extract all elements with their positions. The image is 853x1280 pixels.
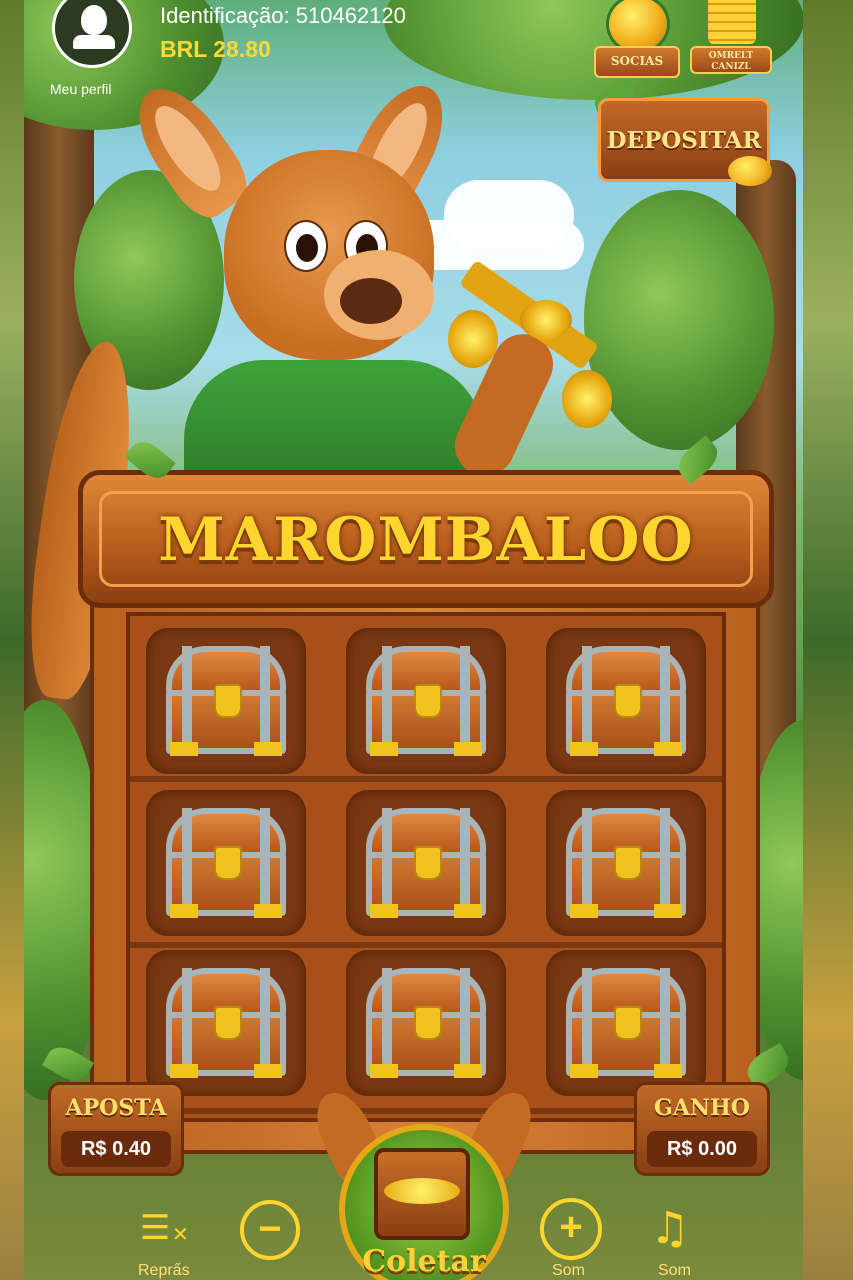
win-panel: GANHO R$ 0.00 xyxy=(634,1082,770,1176)
chest-slot[interactable] xyxy=(346,950,506,1096)
dumbbell-plate xyxy=(448,310,498,368)
chest-slot[interactable] xyxy=(146,950,306,1096)
gold-coins-icon xyxy=(384,1178,460,1204)
chest-slot[interactable] xyxy=(346,628,506,774)
bet-value: R$ 0.40 xyxy=(61,1131,171,1167)
collect-label[interactable]: Coletar xyxy=(342,1244,506,1279)
kangaroo-eye xyxy=(284,220,328,272)
minus-circle-icon[interactable]: − xyxy=(240,1200,300,1260)
user-silhouette-shoulders xyxy=(73,35,115,49)
chest-slot[interactable] xyxy=(146,628,306,774)
dumbbell-plate xyxy=(520,300,572,340)
bet-label: APOSTA xyxy=(65,1095,167,1121)
tree-foliage xyxy=(584,190,774,450)
treasure-chest-icon xyxy=(566,646,686,756)
rules-label[interactable]: Repra̋s xyxy=(138,1262,190,1280)
game-stage: Meu perfil Identificação: 510462120 BRL … xyxy=(24,0,803,1280)
dumbbell-plate xyxy=(562,370,612,428)
plus-circle-icon[interactable]: + xyxy=(540,1198,602,1260)
balance: BRL 28.80 xyxy=(160,36,271,62)
title-plank: MAROMBALOO xyxy=(78,470,774,608)
sound-label[interactable]: Som xyxy=(658,1262,691,1280)
coins-icon xyxy=(728,156,772,186)
left-blur-background xyxy=(0,0,24,1280)
profile-label[interactable]: Meu perfil xyxy=(50,81,111,97)
socials-badge[interactable]: SOCIAS xyxy=(594,0,680,78)
rules-close-icon: ✕ xyxy=(172,1222,189,1246)
plus-label[interactable]: Som xyxy=(552,1262,585,1280)
socials-label: SOCIAS xyxy=(594,46,680,78)
user-silhouette-icon xyxy=(81,5,107,35)
prize-badge[interactable]: OMRELT CANIZL xyxy=(690,0,772,78)
treasure-chest-icon xyxy=(166,808,286,918)
treasure-chest-icon xyxy=(366,808,486,918)
treasure-chest-icon xyxy=(566,808,686,918)
chest-slot[interactable] xyxy=(546,790,706,936)
kangaroo-nose xyxy=(340,278,402,324)
treasure-chest-icon xyxy=(366,646,486,756)
right-blur-background xyxy=(803,0,853,1280)
chest-slot[interactable] xyxy=(546,628,706,774)
win-value: R$ 0.00 xyxy=(647,1131,757,1167)
prize-label: OMRELT CANIZL xyxy=(690,46,772,74)
treasure-chest-icon xyxy=(166,968,286,1078)
chest-slot[interactable] xyxy=(146,790,306,936)
rules-list-icon[interactable]: ☰ xyxy=(140,1208,170,1248)
player-id: Identificação: 510462120 xyxy=(160,3,406,28)
treasure-chest-icon xyxy=(366,968,486,1078)
chest-slot[interactable] xyxy=(546,950,706,1096)
game-title: MAROMBALOO xyxy=(158,505,694,575)
bet-panel: APOSTA R$ 0.40 xyxy=(48,1082,184,1176)
treasure-chest-icon xyxy=(566,968,686,1078)
treasure-chest-icon xyxy=(166,646,286,756)
chest-slot[interactable] xyxy=(346,790,506,936)
music-note-icon[interactable]: ♫ xyxy=(650,1204,689,1254)
gold-stack-icon xyxy=(708,0,756,44)
win-label: GANHO xyxy=(654,1095,750,1121)
